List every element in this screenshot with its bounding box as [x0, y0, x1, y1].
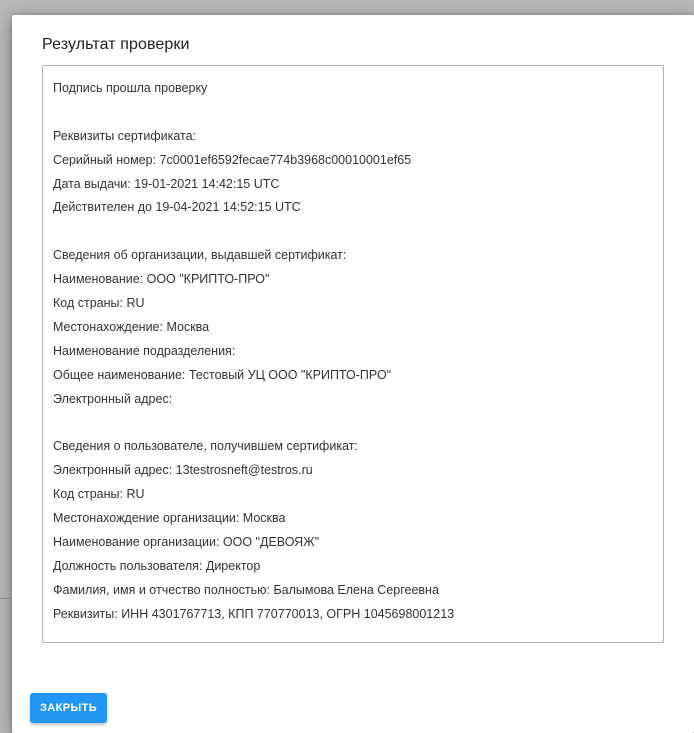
result-line — [53, 101, 653, 125]
result-line: Наименование организации: ООО "ДЕВОЯЖ" — [53, 534, 320, 549]
result-line: Сведения о пользователе, получившем серт… — [53, 439, 358, 454]
result-line: Местонахождение организации: Москва — [53, 511, 286, 526]
background-divider — [0, 598, 12, 599]
result-line: Сведения об организации, выдавшей сертиф… — [53, 248, 347, 263]
result-line: Серийный номер: 7c0001ef6592fecae774b396… — [53, 152, 412, 167]
result-line — [53, 411, 653, 435]
verification-result-dialog: Результат проверки Подпись прошла провер… — [12, 15, 694, 733]
result-line: Реквизиты: ИНН 4301767713, КПП 770770013… — [53, 606, 455, 621]
result-line: Фамилия, имя и отчество полностью: Балым… — [53, 582, 439, 597]
result-line: Наименование: ООО "КРИПТО-ПРО" — [53, 272, 270, 287]
result-line: Электронный адрес: — [53, 391, 173, 406]
result-line: Должность пользователя: Директор — [53, 558, 261, 573]
result-line: Дата выдачи: 19-01-2021 14:42:15 UTC — [53, 176, 280, 191]
dialog-title: Результат проверки — [42, 36, 190, 53]
close-button[interactable]: ЗАКРЫТЬ — [30, 693, 107, 723]
result-line: Реквизиты сертификата: — [53, 128, 197, 143]
verification-result-text[interactable]: Подпись прошла проверку Реквизиты сертифи… — [42, 65, 664, 643]
result-line: Электронный адрес: 13testrosneft@testros… — [53, 463, 313, 478]
result-line: Действителен до 19-04-2021 14:52:15 UTC — [53, 200, 301, 215]
result-line — [53, 220, 653, 244]
result-line: Подпись прошла проверку — [53, 81, 208, 95]
result-line: Местонахождение: Москва — [53, 319, 210, 334]
result-line: Общее наименование: Тестовый УЦ ООО "КРИ… — [53, 367, 392, 382]
result-line: Код страны: RU — [53, 296, 145, 311]
result-line: Наименование подразделения: — [53, 343, 236, 358]
result-line: Код страны: RU — [53, 487, 145, 502]
